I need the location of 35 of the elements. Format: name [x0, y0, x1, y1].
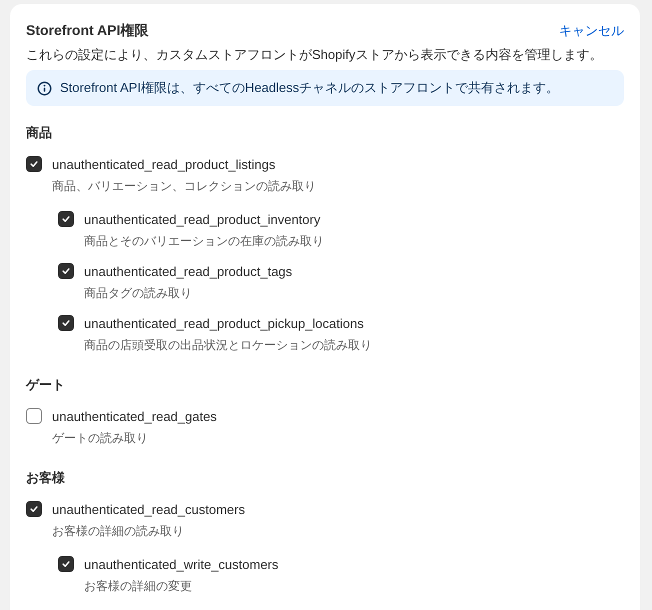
check-icon [61, 318, 71, 328]
checkbox[interactable] [58, 211, 74, 227]
section-heading: 商品 [26, 124, 53, 142]
permission-name: unauthenticated_read_product_tags [84, 264, 292, 278]
section-heading: お客様 [26, 469, 66, 487]
info-text: Storefront API権限は、すべてのHeadlessチャネルのストアフロントで共有されます。 [60, 79, 560, 97]
checkbox[interactable] [26, 408, 42, 424]
check-icon [61, 214, 71, 224]
checkbox[interactable] [58, 263, 74, 279]
info-icon [37, 80, 52, 96]
permission-name: unauthenticated_write_customers [84, 556, 278, 572]
section-heading: ゲート [26, 376, 66, 394]
permission-name: unauthenticated_read_customers [52, 502, 245, 516]
permission-description: お客様の詳細の変更 [84, 578, 193, 595]
checkbox[interactable] [26, 156, 42, 172]
checkbox[interactable] [58, 315, 74, 331]
permission-description: 商品とそのバリエーションの在庫の読み取り [84, 233, 325, 250]
checkbox[interactable] [58, 556, 74, 572]
checkbox[interactable] [26, 501, 42, 517]
permission-description: お客様の詳細の読み取り [52, 523, 185, 540]
permission-description: 商品の店頭受取の出品状況とロケーションの読み取り [84, 337, 373, 354]
permission-description: 商品、バリエーション、コレクションの読み取り [52, 178, 317, 195]
permission-name: unauthenticated_read_product_inventory [84, 212, 320, 226]
check-icon [29, 159, 39, 169]
card-title: Storefront API権限 [26, 22, 148, 40]
check-icon [61, 266, 71, 276]
permission-name: unauthenticated_read_product_pickup_locations [84, 316, 364, 330]
check-icon [29, 504, 39, 514]
permission-name: unauthenticated_read_product_listings [52, 156, 276, 172]
check-icon [61, 559, 71, 569]
permission-description: ゲートの読み取り [52, 430, 149, 447]
card-description: これらの設定により、カスタムストアフロントがShopifyストアから表示できる内容を管理します。 [26, 46, 604, 64]
cancel-link[interactable]: キャンセル [559, 22, 624, 40]
permission-name: unauthenticated_read_gates [52, 408, 217, 424]
permission-description: 商品タグの読み取り [84, 285, 193, 302]
